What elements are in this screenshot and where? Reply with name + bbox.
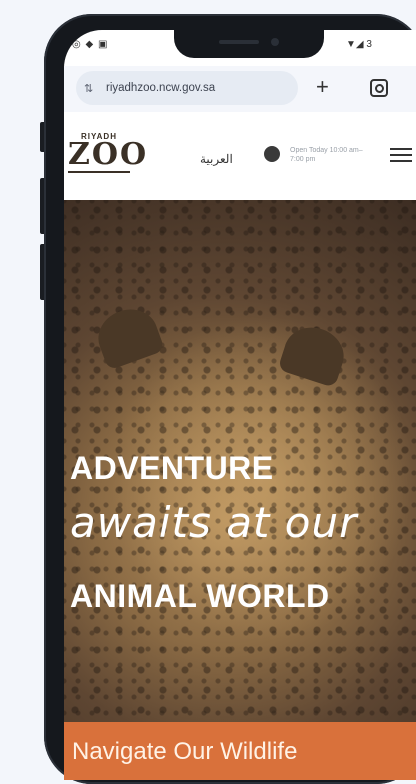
phone-screen: ◎ ◆ ▣ ▼◢ 3 ⇅ riyadhzoo.ncw.gov.sa + RIYA…	[64, 30, 416, 780]
leopard-image	[64, 200, 416, 780]
address-bar[interactable]: ⇅ riyadhzoo.ncw.gov.sa	[76, 71, 298, 105]
hamburger-menu-icon[interactable]	[390, 148, 412, 166]
language-switch-link[interactable]: العربية	[200, 152, 233, 166]
status-icons-right: ▼◢ 3	[346, 39, 372, 50]
browser-toolbar: ⇅ riyadhzoo.ncw.gov.sa +	[64, 66, 416, 112]
hero-heading-line-3: ANIMAL WORLD	[70, 578, 330, 614]
hero-section: ADVENTURE awaits at our ANIMAL WORLD Nav…	[64, 200, 416, 780]
riyadh-zoo-logo[interactable]: RIYADH ZOO	[68, 132, 149, 173]
hero-heading-line-2: awaits at our	[70, 498, 358, 547]
menu-line	[390, 154, 412, 156]
hero-heading-line-1: ADVENTURE	[70, 450, 274, 486]
new-tab-button[interactable]: +	[316, 74, 329, 100]
phone-notch	[174, 30, 324, 58]
menu-line	[390, 148, 412, 150]
navigate-wildlife-button[interactable]: Navigate Our Wildlife	[64, 722, 416, 780]
speaker-grille	[219, 40, 259, 44]
logo-main-text: ZOO	[68, 137, 149, 172]
instagram-icon[interactable]	[370, 79, 388, 97]
opening-hours: Open Today 10:00 am–7:00 pm	[290, 147, 363, 163]
tune-icon[interactable]: ⇅	[84, 82, 106, 95]
menu-line	[390, 160, 412, 162]
site-header: RIYADH ZOO العربية Open Today 10:00 am–7…	[64, 112, 416, 200]
status-icons-left: ◎ ◆ ▣	[72, 39, 109, 50]
front-camera	[271, 38, 279, 46]
url-text: riyadhzoo.ncw.gov.sa	[106, 82, 216, 94]
clock-icon	[264, 146, 280, 162]
